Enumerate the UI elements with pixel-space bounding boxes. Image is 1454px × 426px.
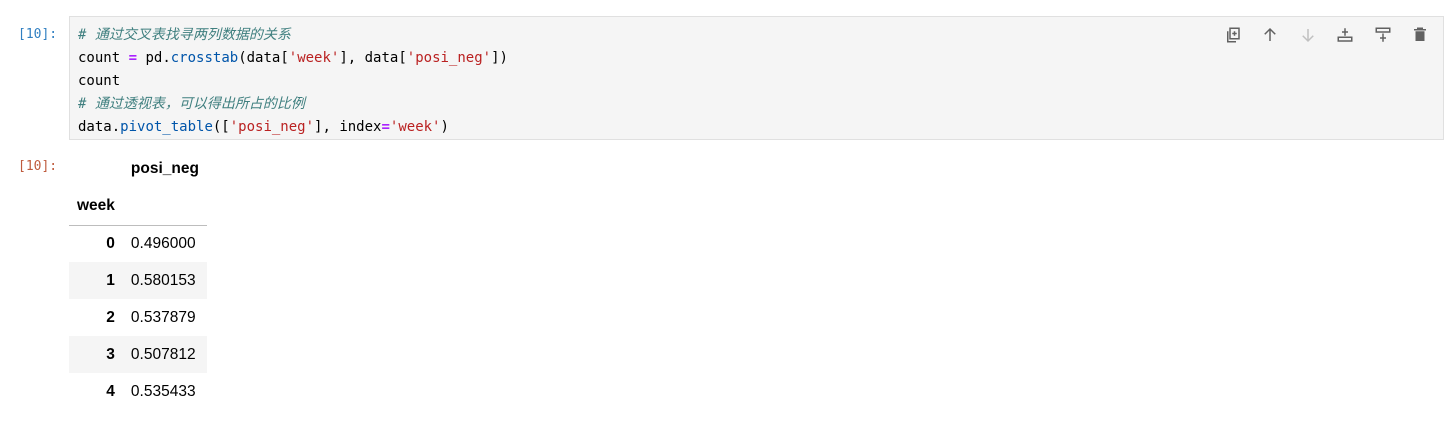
- row-value: 0.496000: [130, 234, 196, 252]
- cell-output: posi_neg week 0 0.496000 1 0.580153 2 0.53787…: [69, 150, 207, 410]
- code-line: # 通过交叉表找寻两列数据的关系: [78, 24, 508, 47]
- code-token-plain: ): [440, 119, 449, 135]
- empty-corner-cell: [69, 150, 123, 187]
- row-index: 0: [106, 234, 115, 252]
- table-header-row: posi_neg: [69, 150, 207, 187]
- code-cell-input[interactable]: # 通过交叉表找寻两列数据的关系 count = pd.crosstab(data…: [69, 16, 1444, 140]
- code-token-plain: ], index: [314, 119, 382, 135]
- insert-cell-above-button[interactable]: [1327, 25, 1365, 45]
- code-token-string: 'posi_neg': [406, 50, 492, 66]
- row-index: 2: [106, 308, 115, 326]
- code-token-plain: ]): [491, 50, 508, 66]
- arrow-up-icon: [1261, 26, 1279, 44]
- table-row: 1 0.580153: [69, 262, 207, 299]
- move-cell-down-button[interactable]: [1289, 25, 1327, 45]
- code-token-string: 'week': [288, 50, 340, 66]
- code-token-plain: (data[: [238, 50, 289, 66]
- code-token-comment: # 通过透视表，可以得出所占的比例: [78, 96, 305, 112]
- cell-toolbar: [1214, 25, 1439, 45]
- table-row: 0 0.496000: [69, 225, 207, 262]
- code-line: # 通过透视表，可以得出所占的比例: [78, 93, 508, 116]
- row-index: 4: [106, 382, 115, 400]
- output-prompt: [10]:: [18, 159, 58, 174]
- delete-cell-button[interactable]: [1402, 25, 1440, 45]
- code-token-plain: pd: [137, 50, 163, 66]
- index-name-row: week: [69, 187, 207, 225]
- code-editor[interactable]: # 通过交叉表找寻两列数据的关系 count = pd.crosstab(data…: [78, 24, 508, 139]
- index-name-week: week: [77, 196, 115, 214]
- code-token-comment: # 通过交叉表找寻两列数据的关系: [78, 27, 291, 43]
- input-prompt: [10]:: [18, 27, 58, 42]
- row-value: 0.535433: [130, 382, 196, 400]
- empty-header-cell: [123, 187, 207, 225]
- column-header-posi-neg: posi_neg: [130, 159, 199, 177]
- code-token-plain: ([: [212, 119, 230, 135]
- table-row: 2 0.537879: [69, 299, 207, 336]
- duplicate-cell-button[interactable]: [1214, 25, 1252, 45]
- code-token-plain: ], data[: [339, 50, 407, 66]
- code-line: count: [78, 70, 508, 93]
- insert-cell-below-button[interactable]: [1364, 25, 1402, 45]
- code-line: data.pivot_table(['posi_neg'], index='we…: [78, 116, 508, 139]
- arrow-down-icon: [1299, 26, 1317, 44]
- code-token-plain: data: [78, 119, 112, 135]
- row-value: 0.580153: [130, 271, 196, 289]
- table-row: 3 0.507812: [69, 336, 207, 373]
- insert-below-icon: [1374, 26, 1392, 44]
- code-token-func: crosstab: [170, 50, 239, 66]
- insert-above-icon: [1336, 26, 1354, 44]
- code-token-string: 'posi_neg': [229, 119, 315, 135]
- code-token-op: =: [381, 119, 390, 135]
- trash-icon: [1411, 26, 1429, 44]
- row-value: 0.507812: [130, 345, 196, 363]
- code-token-plain: .: [162, 50, 171, 66]
- row-index: 3: [106, 345, 115, 363]
- code-token-plain: .: [111, 119, 121, 135]
- code-line: count = pd.crosstab(data['week'], data['…: [78, 47, 508, 70]
- move-cell-up-button[interactable]: [1252, 25, 1290, 45]
- code-token-plain: count: [78, 50, 129, 66]
- code-token-op: =: [128, 50, 138, 66]
- row-value: 0.537879: [130, 308, 196, 326]
- duplicate-icon: [1224, 26, 1242, 44]
- table-row: 4 0.535433: [69, 373, 207, 410]
- row-index: 1: [106, 271, 115, 289]
- code-token-func: pivot_table: [120, 119, 213, 135]
- code-token-plain: count: [78, 73, 121, 89]
- dataframe-table: posi_neg week 0 0.496000 1 0.580153 2 0.53787…: [69, 150, 207, 410]
- code-token-string: 'week': [389, 119, 441, 135]
